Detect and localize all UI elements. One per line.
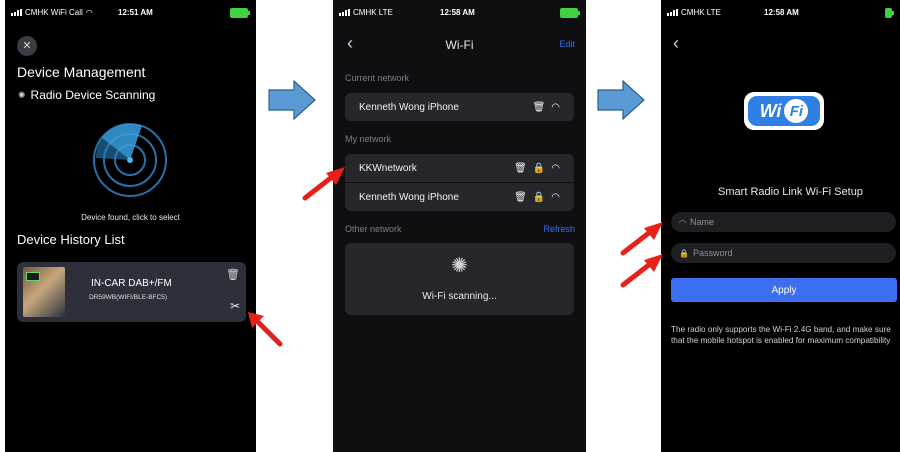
- delete-icon[interactable]: 🗑: [514, 163, 527, 174]
- status-bar: CMHK WiFi Call ◠ 12:51 AM: [11, 8, 250, 22]
- history-title: Device History List: [17, 232, 125, 247]
- close-icon: ✕: [22, 39, 32, 52]
- status-time: 12:58 AM: [440, 8, 475, 17]
- scanning-panel: ✺ Wi-Fi scanning...: [345, 243, 574, 315]
- other-network-label: Other network: [345, 224, 402, 234]
- close-button[interactable]: ✕: [17, 36, 37, 56]
- wifi-signal-icon: ◠: [551, 162, 560, 174]
- device-found-text: Device found, click to select: [81, 213, 180, 222]
- current-network-label: Current network: [345, 73, 410, 83]
- network-name: Kenneth Wong iPhone: [359, 101, 459, 113]
- band-note: The radio only supports the Wi-Fi 2.4G b…: [671, 325, 891, 345]
- signal-icon: [339, 9, 350, 16]
- lock-icon: 🔒: [532, 162, 546, 174]
- carrier-label: CMHK WiFi Call: [25, 8, 83, 17]
- apply-button[interactable]: Apply: [671, 278, 897, 302]
- edit-button[interactable]: Edit: [559, 39, 575, 49]
- carrier-label: CMHK LTE: [353, 8, 393, 17]
- page-title: Wi-Fi: [445, 38, 474, 52]
- flow-arrow-right-icon: [268, 80, 316, 120]
- battery-icon: [885, 8, 894, 18]
- setup-title: Smart Radio Link Wi-Fi Setup: [718, 186, 863, 198]
- battery-icon: [560, 8, 580, 18]
- my-network-label: My network: [345, 134, 392, 144]
- my-network-row[interactable]: Kenneth Wong iPhone 🗑 🔒 ◠: [345, 183, 574, 211]
- wifi-logo-left: Wi: [759, 100, 782, 121]
- name-placeholder: Name: [689, 217, 714, 227]
- settings-tools-icon[interactable]: ✂: [230, 299, 240, 313]
- back-icon[interactable]: ‹: [673, 33, 679, 54]
- device-name: IN-CAR DAB+/FM: [91, 278, 172, 289]
- apply-button-label: Apply: [771, 284, 797, 296]
- spinner-icon: ✺: [18, 89, 26, 100]
- battery-icon: [230, 8, 250, 18]
- wifi-logo: Wi Fi: [744, 92, 824, 130]
- delete-icon[interactable]: 🗑: [533, 102, 546, 113]
- password-placeholder: Password: [692, 248, 733, 258]
- scanning-label: Radio Device Scanning: [30, 88, 156, 102]
- network-name: Kenneth Wong iPhone: [359, 191, 459, 203]
- radar-icon[interactable]: [90, 120, 170, 200]
- wifi-logo-right: Fi: [784, 99, 809, 123]
- red-pointer-arrow-icon: [302, 167, 345, 201]
- wifi-icon: ◠: [679, 217, 686, 227]
- my-network-row[interactable]: KKWnetwork 🗑 🔒 ◠: [345, 154, 574, 182]
- network-name: KKWnetwork: [359, 162, 417, 174]
- status-time: 12:58 AM: [764, 8, 799, 17]
- radio-display-icon: [26, 272, 40, 281]
- device-management-screen: CMHK WiFi Call ◠ 12:51 AM ✕ Device Manag…: [5, 0, 256, 452]
- wifi-status-icon: ◠: [85, 8, 93, 17]
- wifi-signal-icon: ◠: [551, 191, 560, 203]
- signal-icon: [11, 9, 22, 16]
- refresh-button[interactable]: Refresh: [543, 224, 575, 234]
- password-field[interactable]: 🔒 Password: [671, 243, 896, 263]
- signal-icon: [667, 9, 678, 16]
- wifi-signal-icon: ◠: [551, 101, 560, 113]
- name-field[interactable]: ◠ Name: [671, 212, 896, 232]
- red-pointer-arrow-icon: [248, 312, 283, 347]
- device-model: DR59WB(WIFI/BLE-BFC5): [89, 294, 168, 301]
- status-time: 12:51 AM: [118, 8, 153, 17]
- current-network-row[interactable]: Kenneth Wong iPhone 🗑 ◠: [345, 93, 574, 121]
- status-bar: CMHK LTE 12:58 AM: [339, 8, 580, 22]
- lock-icon: 🔒: [532, 191, 546, 203]
- lock-icon: 🔒: [679, 248, 689, 258]
- scanning-text: Wi-Fi scanning...: [422, 291, 497, 302]
- device-thumbnail: [23, 267, 65, 317]
- flow-arrow-right-icon: [597, 80, 645, 120]
- wifi-setup-screen: CMHK LTE 12:58 AM ‹ Wi Fi Smart Radio Li…: [661, 0, 900, 452]
- delete-device-icon[interactable]: 🗑: [226, 268, 240, 281]
- status-bar: CMHK LTE 12:58 AM: [667, 8, 894, 22]
- loading-spinner-icon: ✺: [451, 255, 468, 277]
- page-title: Device Management: [17, 64, 146, 80]
- delete-icon[interactable]: 🗑: [514, 192, 527, 203]
- red-pointer-arrow-icon: [620, 254, 663, 288]
- carrier-label: CMHK LTE: [681, 8, 721, 17]
- device-card[interactable]: IN-CAR DAB+/FM DR59WB(WIFI/BLE-BFC5) 🗑 ✂: [17, 262, 246, 322]
- wifi-list-screen: CMHK LTE 12:58 AM ‹ Wi-Fi Edit Current n…: [333, 0, 586, 452]
